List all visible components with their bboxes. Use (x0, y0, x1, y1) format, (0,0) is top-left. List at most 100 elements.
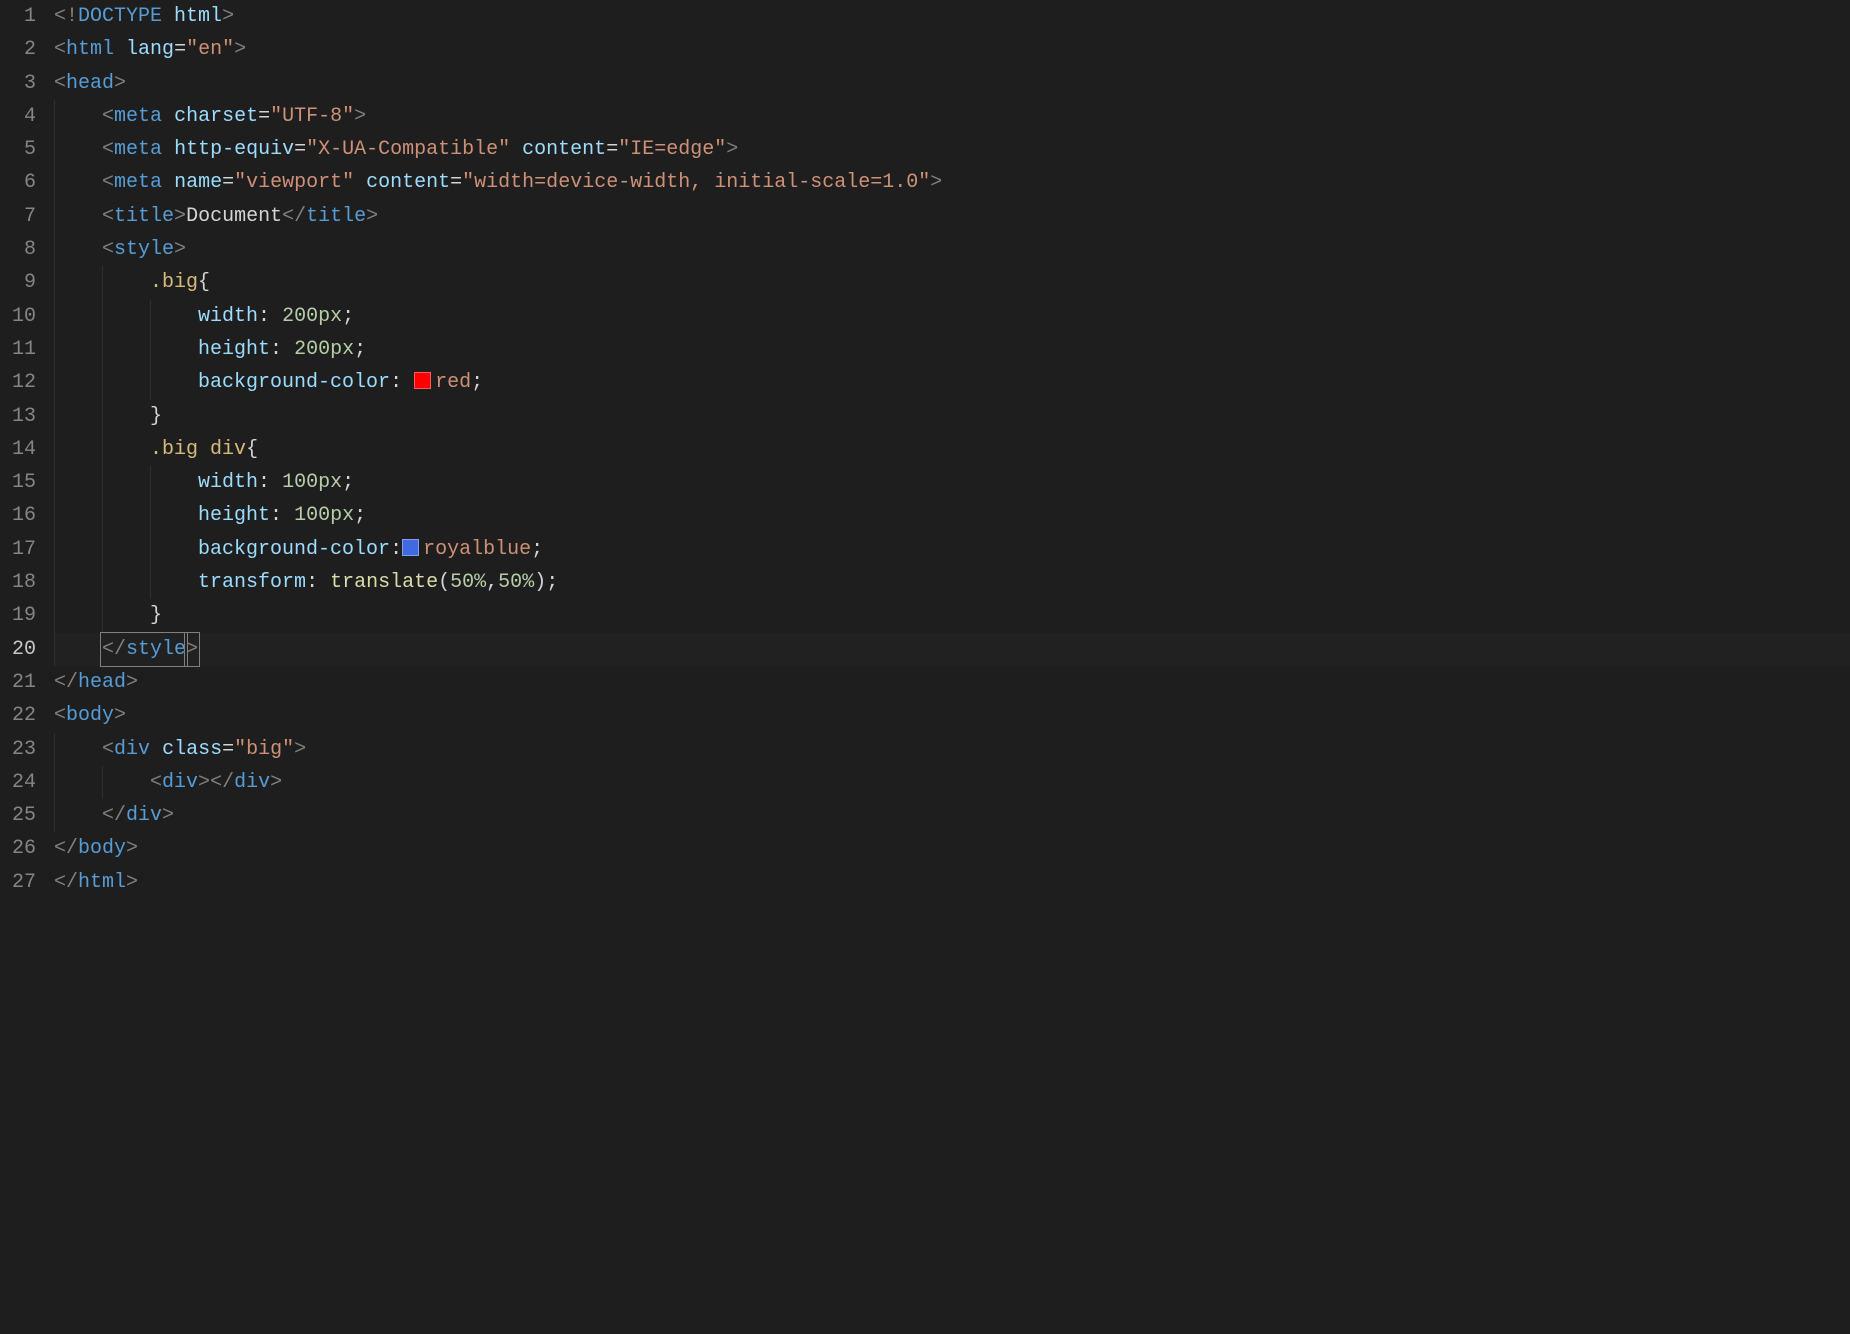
code-line[interactable]: <title>Document</title> (54, 200, 1850, 233)
code-line[interactable]: } (54, 400, 1850, 433)
code-line[interactable]: </style> (54, 633, 1850, 666)
code-line[interactable]: <head> (54, 67, 1850, 100)
code-line[interactable]: transform: translate(50%,50%); (54, 566, 1850, 599)
code-token: { (246, 438, 258, 461)
code-token: .big (150, 438, 198, 461)
line-number: 19 (0, 599, 36, 632)
code-token: > (126, 871, 138, 894)
color-swatch[interactable] (402, 539, 419, 556)
code-token: </ (102, 804, 126, 827)
code-token: < (54, 38, 66, 61)
code-token: 200 (282, 305, 318, 328)
code-token: "IE=edge" (618, 138, 726, 161)
line-number: 9 (0, 266, 36, 299)
code-token: title (306, 205, 366, 228)
code-token: name (174, 171, 222, 194)
code-line[interactable]: <html lang="en"> (54, 33, 1850, 66)
line-number: 8 (0, 233, 36, 266)
code-token: ; (342, 471, 354, 494)
code-editor[interactable]: 1234567891011121314151617181920212223242… (0, 0, 1850, 899)
code-token: html (66, 38, 114, 61)
code-token: > (354, 105, 366, 128)
code-token: > (114, 72, 126, 95)
line-number: 23 (0, 733, 36, 766)
code-token: > (270, 771, 282, 794)
code-token: body (78, 837, 126, 860)
line-number: 26 (0, 832, 36, 865)
code-token: < (102, 138, 114, 161)
line-number: 25 (0, 799, 36, 832)
code-token: > (186, 638, 198, 661)
code-token: : (390, 371, 414, 394)
code-token: background-color (198, 371, 390, 394)
code-line[interactable]: <meta name="viewport" content="width=dev… (54, 166, 1850, 199)
code-token: </ (54, 837, 78, 860)
code-token: translate (330, 571, 438, 594)
code-area[interactable]: <!DOCTYPE html><html lang="en"><head> <m… (54, 0, 1850, 899)
code-token: > (126, 837, 138, 860)
code-line[interactable]: </html> (54, 866, 1850, 899)
code-token (510, 138, 522, 161)
code-token: > (726, 138, 738, 161)
code-token: 100 (282, 471, 318, 494)
code-line[interactable]: <meta http-equiv="X-UA-Compatible" conte… (54, 133, 1850, 166)
code-token: class (162, 738, 222, 761)
code-line[interactable]: height: 100px; (54, 499, 1850, 532)
code-line[interactable]: background-color: red; (54, 366, 1850, 399)
code-token: < (102, 171, 114, 194)
code-token: : (258, 305, 282, 328)
code-token: charset (174, 105, 258, 128)
code-token: ; (531, 538, 543, 561)
code-line[interactable]: .big div{ (54, 433, 1850, 466)
code-token: <! (54, 5, 78, 28)
code-token: ( (438, 571, 450, 594)
code-token (198, 438, 210, 461)
code-token: < (102, 105, 114, 128)
code-token: < (102, 738, 114, 761)
code-line[interactable]: <!DOCTYPE html> (54, 0, 1850, 33)
line-number: 4 (0, 100, 36, 133)
code-line[interactable]: </body> (54, 832, 1850, 865)
code-line[interactable]: <div></div> (54, 766, 1850, 799)
code-line[interactable]: </div> (54, 799, 1850, 832)
code-line[interactable]: <body> (54, 699, 1850, 732)
code-line[interactable]: <style> (54, 233, 1850, 266)
code-token: background-color (198, 538, 390, 561)
code-line[interactable]: <meta charset="UTF-8"> (54, 100, 1850, 133)
code-line[interactable]: width: 200px; (54, 300, 1850, 333)
code-token: < (54, 704, 66, 727)
code-token: body (66, 704, 114, 727)
line-number-gutter: 1234567891011121314151617181920212223242… (0, 0, 54, 899)
color-swatch[interactable] (414, 372, 431, 389)
code-token: width (198, 471, 258, 494)
code-token: DOCTYPE (78, 5, 162, 28)
code-token: > (294, 738, 306, 761)
code-token: > (198, 771, 210, 794)
code-token: > (174, 205, 186, 228)
code-token: > (366, 205, 378, 228)
code-token: html (174, 5, 222, 28)
code-token: transform (198, 571, 306, 594)
code-line[interactable]: background-color:royalblue; (54, 533, 1850, 566)
code-token (150, 738, 162, 761)
code-token: "big" (234, 738, 294, 761)
code-line[interactable]: </head> (54, 666, 1850, 699)
code-line[interactable]: height: 200px; (54, 333, 1850, 366)
code-line[interactable]: <div class="big"> (54, 733, 1850, 766)
code-line[interactable]: } (54, 599, 1850, 632)
code-token: : (306, 571, 330, 594)
code-token: > (114, 704, 126, 727)
code-token: head (66, 72, 114, 95)
code-line[interactable]: .big{ (54, 266, 1850, 299)
code-token: : (390, 538, 402, 561)
code-token: < (102, 238, 114, 261)
code-line[interactable]: width: 100px; (54, 466, 1850, 499)
line-number: 11 (0, 333, 36, 366)
code-token (114, 38, 126, 61)
line-number: 12 (0, 366, 36, 399)
code-token: html (78, 871, 126, 894)
code-token: } (150, 604, 162, 627)
code-token: ; (471, 371, 483, 394)
code-token: div (234, 771, 270, 794)
code-token: = (258, 105, 270, 128)
